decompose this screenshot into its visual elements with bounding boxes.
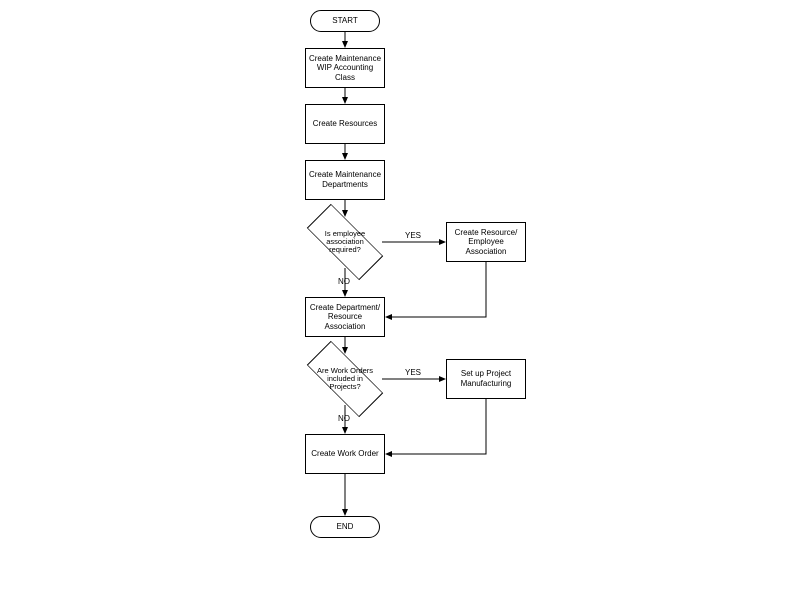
decision-employee-association-required: Is employee association required? <box>308 217 382 267</box>
decision-work-orders-included-in-projects: Are Work Orders included in Projects? <box>308 354 382 404</box>
node-label: Create Work Order <box>311 449 378 459</box>
node-label: Create Maintenance WIP Accounting Class <box>308 54 382 83</box>
edge-label-d2-yes: YES <box>405 368 421 377</box>
terminator-end: END <box>310 516 380 538</box>
process-create-department-resource-association: Create Department/ Resource Association <box>305 297 385 337</box>
node-label: Create Maintenance Departments <box>308 170 382 189</box>
terminator-start: START <box>310 10 380 32</box>
edge-label-d2-no: NO <box>338 414 350 423</box>
process-create-resource-employee-association: Create Resource/ Employee Association <box>446 222 526 262</box>
process-create-maintenance-departments: Create Maintenance Departments <box>305 160 385 200</box>
node-label: Create Resources <box>313 119 377 129</box>
process-create-work-order: Create Work Order <box>305 434 385 474</box>
edge-label-d1-yes: YES <box>405 231 421 240</box>
edge-label-d1-no: NO <box>338 277 350 286</box>
node-label: Create Department/ Resource Association <box>308 303 382 332</box>
node-label: Are Work Orders included in Projects? <box>308 354 382 404</box>
process-set-up-project-manufacturing: Set up Project Manufacturing <box>446 359 526 399</box>
process-create-maintenance-wip-accounting-class: Create Maintenance WIP Accounting Class <box>305 48 385 88</box>
node-label: END <box>337 522 354 532</box>
process-create-resources: Create Resources <box>305 104 385 144</box>
node-label: START <box>332 16 357 26</box>
node-label: Is employee association required? <box>308 217 382 267</box>
flowchart-arrows <box>0 0 800 600</box>
node-label: Create Resource/ Employee Association <box>449 228 523 257</box>
node-label: Set up Project Manufacturing <box>449 369 523 388</box>
